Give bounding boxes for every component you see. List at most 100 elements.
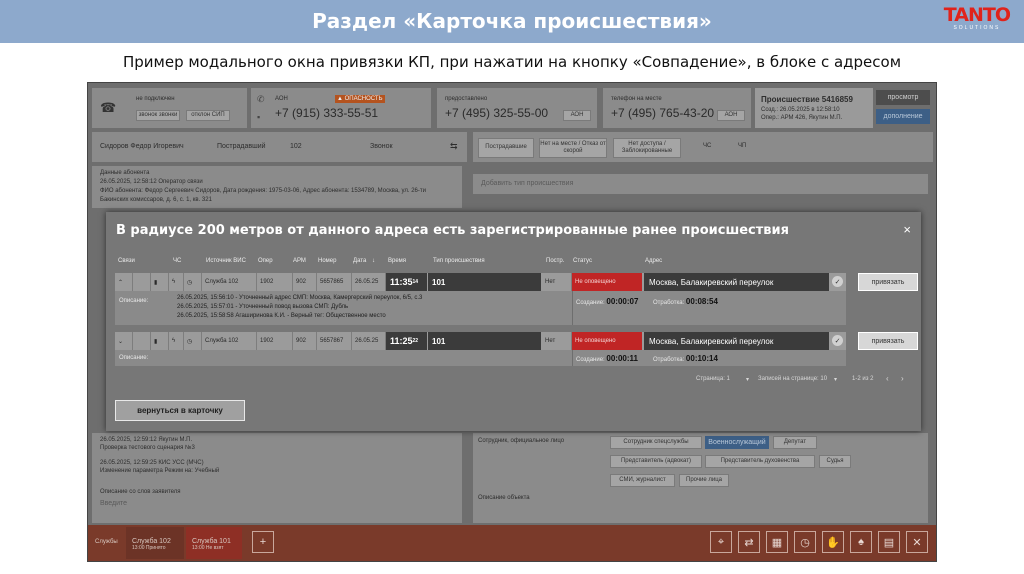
match-modal: В радиусе 200 метров от данного адреса е…	[106, 212, 921, 431]
cp-flag[interactable]: ЧП	[738, 143, 746, 149]
view-button[interactable]: просмотр	[876, 90, 930, 105]
link-icon[interactable]: ⇄	[738, 531, 760, 553]
handset-icon[interactable]: ☎	[100, 100, 116, 116]
complaint-label: Описание со слов заявителя	[100, 489, 181, 495]
tag-lawyer[interactable]: Представитель (адвокат)	[610, 455, 702, 468]
alarm-icon[interactable]: ♠	[850, 531, 872, 553]
per-page-selector[interactable]: Записей на странице: 10	[758, 376, 827, 382]
source-cell: Служба 102	[202, 273, 257, 291]
log2-text: Изменение параметра Режим на: Учебный	[100, 468, 220, 474]
reject-button[interactable]: отклон СИП	[186, 110, 230, 121]
tag-deputy[interactable]: Депутат	[773, 436, 817, 449]
tag-special-service[interactable]: Сотрудник спецслужбы	[610, 436, 702, 449]
slide-subtitle: Пример модального окна привязки КП, при …	[122, 53, 902, 71]
col-date[interactable]: Дата	[353, 258, 366, 264]
cs-flag[interactable]: ЧС	[703, 143, 711, 149]
subscriber-line-2: ФИО абонента: Федор Сергеевич Сидоров, Д…	[100, 188, 426, 194]
hand-icon[interactable]: ✋	[822, 531, 844, 553]
time-seconds: 14	[412, 279, 419, 285]
tab-service-102[interactable]: Служба 102 13:00 Принято	[126, 527, 184, 559]
logo-text: TANTO	[943, 4, 1011, 26]
tag-other[interactable]: Прочие лица	[679, 474, 729, 487]
subscriber-heading: Данные абонента	[100, 170, 150, 176]
add-type-field[interactable]: Добавить тип происшествия	[473, 174, 928, 194]
tag-judge[interactable]: Судья	[819, 455, 851, 468]
sort-arrow-icon[interactable]: ↓	[372, 258, 375, 264]
incident-title: Происшествие 5416859	[761, 95, 853, 104]
tag-clergy[interactable]: Представитель духовенства	[705, 455, 815, 468]
incident-date: Созд.: 26.05.2025 в 12:58:10	[761, 107, 840, 113]
call-type[interactable]: Звонок	[370, 143, 393, 150]
created-stat: Создание: 00:00:07	[576, 297, 638, 306]
next-page-icon[interactable]: ›	[901, 374, 904, 383]
no-access-button[interactable]: Нет доступа / Заблокированные	[613, 138, 681, 158]
link-cell[interactable]	[133, 332, 151, 350]
status-cell: Не оповещено	[572, 332, 642, 350]
col-postr: Постр.	[546, 258, 565, 264]
official-panel: Сотрудник, официальное лицо Сотрудник сп…	[473, 433, 928, 523]
line1-label: АОН	[275, 96, 288, 102]
addition-button[interactable]: дополнение	[876, 109, 930, 124]
divider	[572, 291, 573, 325]
close-icon[interactable]: ✕	[906, 531, 928, 553]
phone-icon: ✆	[257, 94, 265, 104]
back-to-card-button[interactable]: вернуться в карточку	[115, 400, 245, 421]
event-log: 26.05.2025, 12:59:12 Якутин М.П. Проверк…	[92, 433, 462, 523]
line1-phone: +7 (915) 333-55-51	[275, 106, 379, 120]
chat-icon[interactable]: ▤	[878, 531, 900, 553]
tab1-title: Служба 102	[132, 538, 171, 545]
tag-journalist[interactable]: СМИ, журналист	[610, 474, 675, 487]
add-tab-icon[interactable]: +	[252, 531, 274, 553]
worked-value: 00:08:54	[685, 297, 718, 306]
phone-line-3[interactable]: телефон на месте +7 (495) 765-43-20 АОН	[603, 88, 751, 128]
chevron-down-icon[interactable]: ▾	[834, 376, 837, 383]
absent-button[interactable]: Нет на месте / Отказ от скорой	[539, 138, 607, 158]
services-bar: Службы Служба 102 13:00 Принято Служба 1…	[88, 525, 936, 561]
col-link: Связи	[118, 258, 135, 264]
subscriber-line-3: Бакинских комиссаров, д. 6, с. 1, кв. 32…	[100, 197, 212, 203]
incident-row-2[interactable]: ⌄ ▮ ϟ ◷ Служба 102 1902 902 5657867 26.0…	[115, 332, 846, 366]
oper-cell: 1902	[257, 273, 293, 291]
complaint-input[interactable]: Введите	[100, 500, 127, 507]
log1-time: 26.05.2025, 12:59:12 Якутин М.П.	[100, 437, 193, 443]
created-value: 00:00:11	[606, 354, 638, 363]
prev-page-icon[interactable]: ‹	[886, 374, 889, 383]
modal-close-icon[interactable]: ×	[903, 222, 911, 237]
translate-icon[interactable]: ⇆	[450, 141, 458, 152]
quick-actions: Пострадавшие Нет на месте / Отказ от ско…	[473, 132, 933, 162]
phone-line-2[interactable]: предоставлено +7 (495) 325-55-00 АОН	[437, 88, 597, 128]
created-label: Создание:	[576, 300, 605, 306]
hold-button[interactable]: звонок звонки	[136, 110, 180, 121]
page-selector[interactable]: Страница: 1	[696, 376, 730, 382]
message-icon[interactable]: ▪	[257, 112, 260, 122]
postr-cell: Нет	[542, 332, 572, 350]
address-cell: Москва, Балакиревский переулок	[644, 332, 829, 350]
tag-military[interactable]: Военнослужащий	[705, 436, 769, 449]
time-value: 11:25	[390, 336, 413, 346]
oper-cell: 1902	[257, 332, 293, 350]
worked-label: Отработка:	[653, 300, 685, 306]
bind-button-1[interactable]: привязать	[858, 273, 918, 291]
victims-button[interactable]: Пострадавшие	[478, 138, 534, 158]
caller-name[interactable]: Сидоров Федор Игоревич	[100, 143, 184, 150]
incident-row-1[interactable]: ⌃ ▮ ϟ ◷ Служба 102 1902 902 5657865 26.0…	[115, 273, 846, 325]
col-source: Источник ВИС	[206, 258, 246, 264]
incident-operator: Опер.: АРМ 426, Якутин М.П.	[761, 115, 843, 121]
tab-service-101[interactable]: Служба 101 13:00 Не взят	[186, 527, 242, 559]
phone-line-1[interactable]: АОН ▲ ОПАСНОСТЬ +7 (915) 333-55-51 ✆ ▪	[251, 88, 431, 128]
caller-age[interactable]: 102	[290, 143, 302, 150]
expand-icon[interactable]: ⌃	[115, 273, 133, 291]
time-value: 11:35	[390, 277, 413, 287]
timer-icon[interactable]: ◷	[794, 531, 816, 553]
location-icon[interactable]: ⌖	[710, 531, 732, 553]
expand-icon[interactable]: ⌄	[115, 332, 133, 350]
type-cell: 101	[428, 273, 541, 291]
bind-button-2[interactable]: привязать	[858, 332, 918, 350]
calendar-icon[interactable]: ▦	[766, 531, 788, 553]
caller-role[interactable]: Пострадавший	[217, 143, 266, 150]
chevron-down-icon[interactable]: ▾	[746, 376, 749, 383]
col-status: Статус	[573, 258, 592, 264]
link-cell[interactable]	[133, 273, 151, 291]
tab2-sub: 13:00 Не взят	[192, 545, 224, 551]
arm-cell: 902	[293, 332, 317, 350]
